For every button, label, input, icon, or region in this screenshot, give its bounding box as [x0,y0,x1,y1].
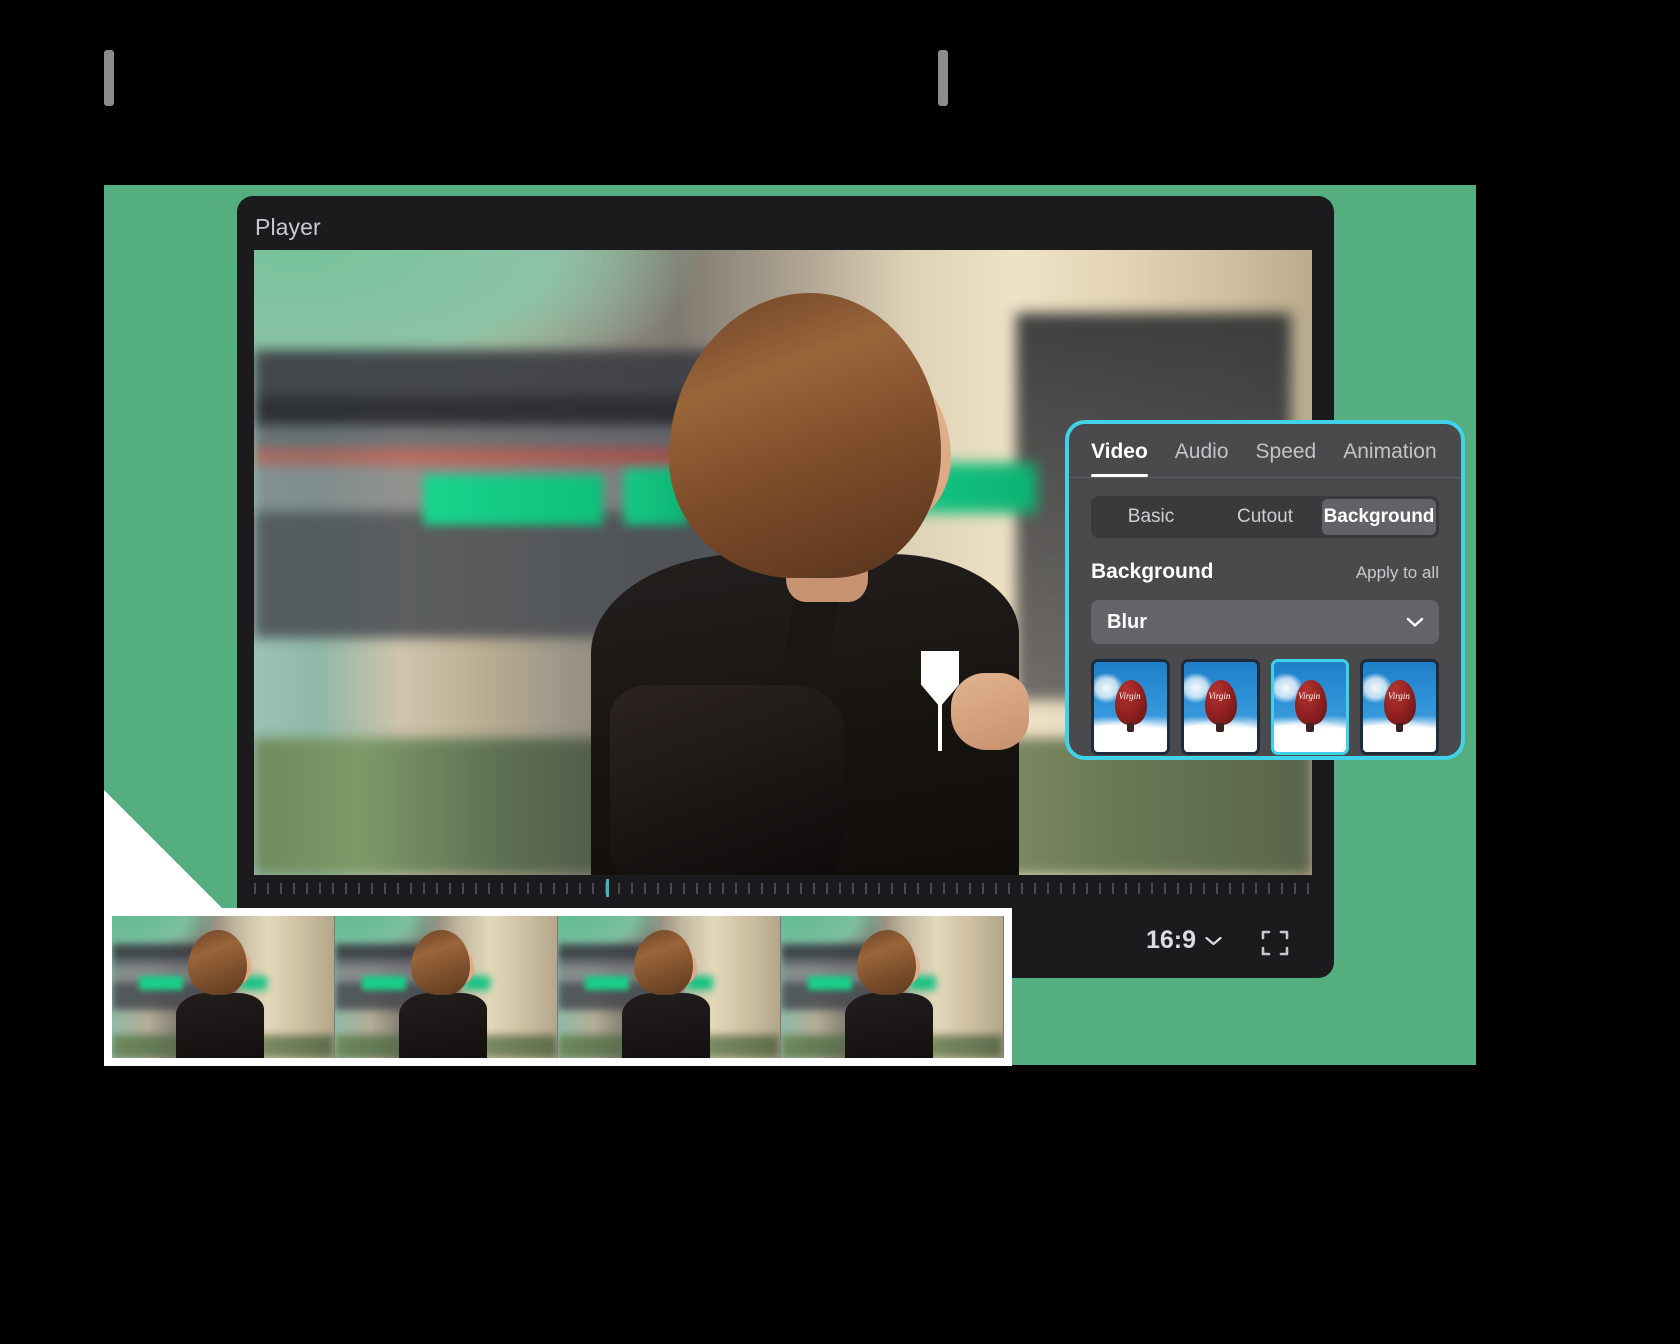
filmstrip [112,916,1004,1058]
thumb-basket [1306,723,1314,733]
frame-subject-coat [398,992,487,1058]
balloon-thumb-1[interactable]: Virgin [1091,659,1170,755]
frame-subject [170,927,272,1058]
segment-basic[interactable]: Basic [1094,499,1208,535]
background-type-value: Blur [1107,610,1147,633]
frame-subject [616,927,718,1058]
section-title: Background [1091,560,1214,583]
settings-popover: Video Audio Speed Animation Basic Cutout… [1065,420,1465,760]
segment-background[interactable]: Background [1322,499,1436,535]
chevron-down-icon [1406,617,1424,627]
aspect-ratio-control[interactable]: 16:9 [1146,926,1222,955]
thumb-basket [1216,723,1224,733]
tab-audio[interactable]: Audio [1175,440,1229,464]
frame-subject-hair [634,929,694,996]
thumb-logo: Virgin [1208,691,1231,702]
settings-tabs: Video Audio Speed Animation [1091,440,1439,477]
subject-bag [610,685,844,875]
filmstrip-frame [112,916,335,1058]
filmstrip-frame [558,916,781,1058]
frame-subject [839,927,941,1058]
background-mode-segmented-control: Basic Cutout Background [1091,496,1439,538]
fullscreen-icon[interactable] [1260,928,1290,958]
frame-subject-hair [188,929,248,996]
subject-hair [668,293,942,579]
screenshot-root: Player 16:9 Video Audio Speed Animation … [0,0,1680,1344]
trim-handle-right[interactable] [938,50,948,106]
background-section-header: Background Apply to all [1091,560,1439,584]
timeline-clip[interactable] [104,908,1012,1066]
frame-subject-hair [411,929,471,996]
thumb-logo: Virgin [1118,691,1141,702]
video-subject [571,281,1058,875]
balloon-thumb-4[interactable]: Virgin [1360,659,1439,755]
tab-video[interactable]: Video [1091,440,1148,477]
background-type-select[interactable]: Blur [1091,600,1439,644]
frame-subject-coat [175,992,264,1058]
balloon-thumb-3[interactable]: Virgin [1270,659,1350,755]
tabs-divider [1069,477,1461,478]
thumb-logo: Virgin [1298,691,1321,702]
chevron-down-icon [1205,936,1222,945]
trim-handle-left[interactable] [104,50,114,106]
tab-speed[interactable]: Speed [1256,440,1317,464]
frame-subject-coat [621,992,710,1058]
filmstrip-frame [781,916,1004,1058]
thumb-logo: Virgin [1387,691,1410,702]
balloon-thumb-2[interactable]: Virgin [1180,659,1260,755]
frame-subject [393,927,495,1058]
ruler-cyan-marker [606,879,609,897]
filmstrip-frame [335,916,558,1058]
tab-animation[interactable]: Animation [1343,440,1436,464]
timeline-ruler[interactable] [254,875,1312,903]
background-thumbnail-list: Virgin Virgin Virgin Virgin [1091,659,1439,755]
thumb-basket [1395,723,1404,733]
ruler-ticks [254,883,1312,894]
segment-cutout[interactable]: Cutout [1208,499,1322,535]
page-title: Player [255,214,321,240]
apply-to-all-link[interactable]: Apply to all [1356,563,1439,583]
thumb-basket [1126,723,1134,733]
subject-hand [950,673,1029,751]
frame-subject-hair [857,929,917,996]
frame-subject-coat [844,992,933,1058]
aspect-ratio-label: 16:9 [1145,926,1196,954]
